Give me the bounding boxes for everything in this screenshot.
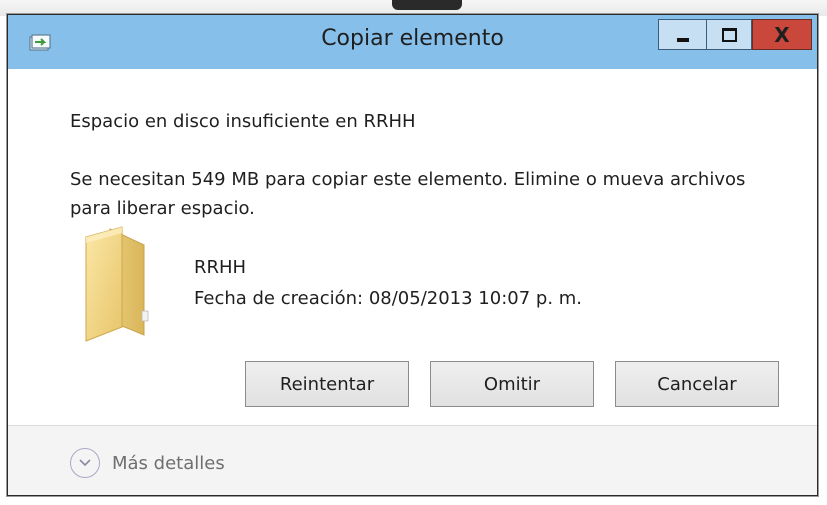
close-icon: X	[774, 22, 790, 47]
maximize-icon	[721, 27, 737, 42]
cancel-button[interactable]: Cancelar	[615, 361, 779, 407]
close-button[interactable]: X	[752, 19, 812, 50]
more-details-toggle[interactable]: Más detalles	[70, 448, 225, 478]
item-creation-date: Fecha de creación: 08/05/2013 10:07 p. m…	[194, 288, 583, 309]
skip-button[interactable]: Omitir	[430, 361, 594, 407]
title-bar[interactable]: Copiar elemento X	[8, 15, 817, 69]
retry-button[interactable]: Reintentar	[245, 361, 409, 407]
minimize-icon	[676, 37, 689, 42]
item-name: RRHH	[194, 257, 247, 278]
chevron-down-icon	[70, 448, 100, 478]
minimize-button[interactable]	[658, 19, 706, 50]
maximize-button[interactable]	[706, 19, 752, 50]
folder-icon	[78, 223, 158, 345]
more-details-label: Más detalles	[112, 452, 225, 474]
dialog-content: Espacio en disco insuficiente en RRHH Se…	[8, 69, 817, 425]
background-window-edge	[392, 0, 462, 10]
error-heading: Espacio en disco insuficiente en RRHH	[70, 111, 416, 132]
copy-item-dialog: Copiar elemento X Espacio en disco insuf…	[7, 14, 818, 496]
error-message: Se necesitan 549 MB para copiar este ele…	[70, 169, 746, 219]
dialog-footer: Más detalles	[8, 425, 817, 495]
